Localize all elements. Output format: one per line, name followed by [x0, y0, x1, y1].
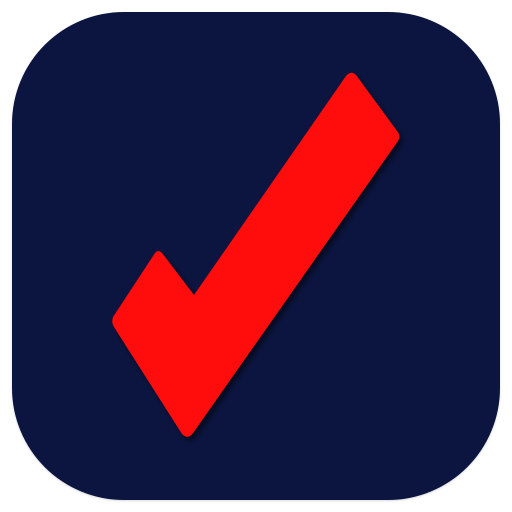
checkmark-shape [112, 72, 400, 437]
icon-stage [0, 0, 512, 512]
checkmark-icon [112, 72, 400, 437]
